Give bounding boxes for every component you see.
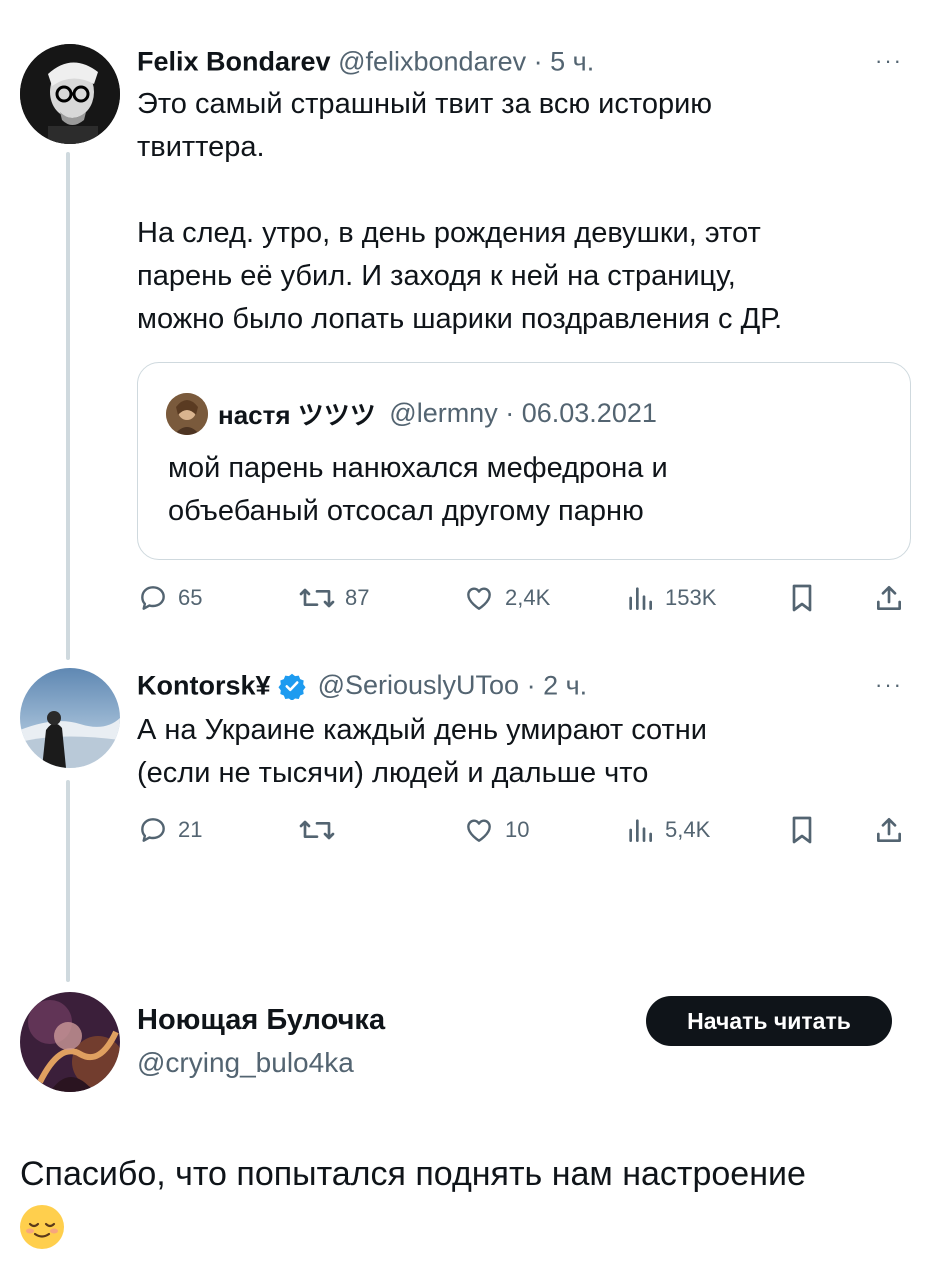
avatar [166,393,208,435]
author-name[interactable]: Felix Bondarev [137,46,331,76]
bookmark-button[interactable] [787,582,817,614]
retweet-count: 87 [345,585,370,610]
author-name[interactable]: Kontorsk¥ [137,670,271,700]
like-button[interactable]: 10 [462,814,529,846]
share-icon [877,586,901,610]
like-button[interactable]: 2,4K [462,582,550,614]
relieved-face-emoji [20,1205,64,1250]
avatar[interactable] [20,668,120,768]
bookmark-icon [792,584,812,612]
profile-name[interactable]: Ноющая Булочка [137,1004,385,1037]
reply-text-content: Спасибо, что попытался поднять нам настр… [20,1155,806,1193]
profile-handle[interactable]: @crying_bulo4ka [137,1047,354,1079]
tweet-time[interactable]: 5 ч. [550,46,594,76]
thread-line [66,780,70,982]
quote-date: 06.03.2021 [521,398,657,428]
verified-icon [278,672,306,701]
retweet-icon [299,588,335,608]
reply-button[interactable]: 65 [137,582,202,614]
views-count: 153K [665,585,717,610]
author-handle[interactable]: @SeriouslyUToo [318,670,520,700]
tweet-header: Kontorsk¥ @SeriouslyUToo · 2 ч. [137,669,587,701]
reply-count: 21 [178,817,203,842]
like-count: 2,4K [505,585,551,610]
like-icon [467,819,491,842]
dot-separator: · [505,398,515,428]
author-handle[interactable]: @felixbondarev [338,46,526,76]
reply-icon [141,818,165,842]
dot-separator: · [533,46,543,77]
tweet-header: Felix Bondarev @felixbondarev · 5 ч. [137,45,594,77]
dot-separator: · [526,670,536,701]
thread-line [66,152,70,660]
quote-author-name: настя ツツツ [218,400,376,430]
retweet-button[interactable]: 87 [298,582,369,614]
retweet-icon [299,820,335,840]
quote-header: настя ツツツ @lermny · 06.03.2021 [218,395,657,432]
share-button[interactable] [873,814,905,846]
views-button[interactable]: 153K [624,582,716,614]
bookmark-icon [792,816,812,844]
avatar[interactable] [20,44,120,144]
views-button[interactable]: 5,4K [624,814,710,846]
tweet-time[interactable]: 2 ч. [543,670,587,700]
views-icon [629,819,652,842]
views-icon [629,587,652,610]
reply-button[interactable]: 21 [137,814,202,846]
quote-text: мой парень нанюхался мефедрона и объебан… [168,452,668,527]
like-icon [467,587,491,610]
tweet-text: Это самый страшный твит за всю историю т… [137,88,783,335]
views-count: 5,4K [665,817,711,842]
more-options-icon[interactable]: ··· [875,48,903,74]
share-button[interactable] [873,582,905,614]
avatar[interactable] [20,992,120,1092]
like-count: 10 [505,817,530,842]
reply-text: Спасибо, что попытался поднять нам настр… [20,1150,915,1250]
bookmark-button[interactable] [787,814,817,846]
retweet-button[interactable] [298,814,345,846]
more-options-icon[interactable]: ··· [875,672,903,698]
follow-button[interactable]: Начать читать [646,996,892,1046]
reply-icon [141,586,165,610]
reply-count: 65 [178,585,203,610]
share-icon [877,818,901,842]
quote-author-handle: @lermny [389,398,498,428]
tweet-text: А на Украине каждый день умирают сотни (… [137,714,708,789]
quoted-tweet[interactable]: настя ツツツ @lermny · 06.03.2021 мой парен… [137,362,911,560]
